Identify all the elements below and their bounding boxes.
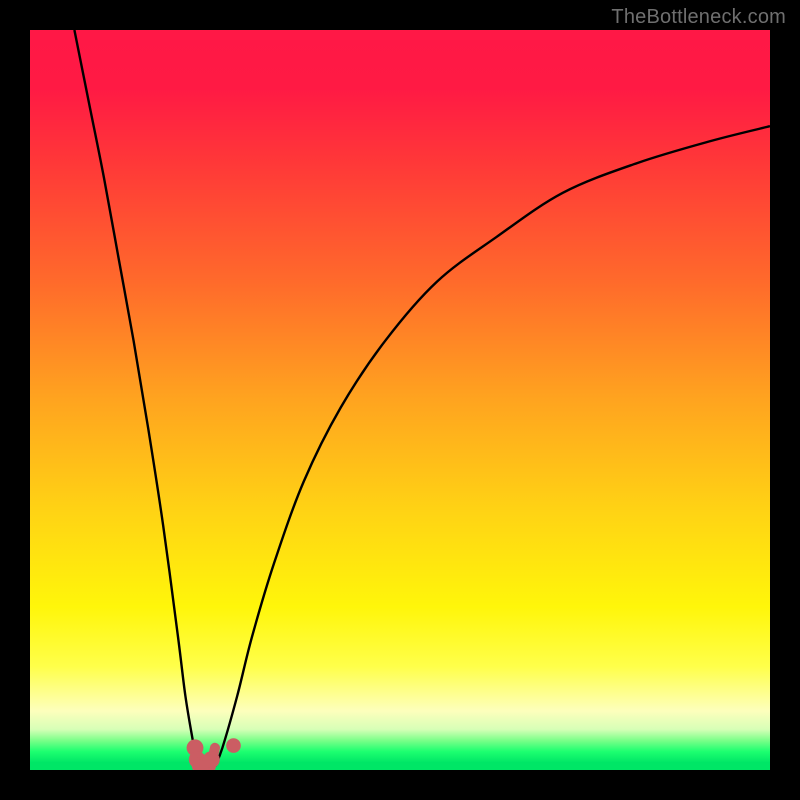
curve-left-branch [74, 30, 200, 766]
marker-dot [203, 751, 220, 768]
plot-area [30, 30, 770, 770]
outer-frame: TheBottleneck.com [0, 0, 800, 800]
watermark-text: TheBottleneck.com [611, 6, 786, 29]
curve-right-branch [215, 126, 770, 766]
curve-layer [30, 30, 770, 770]
marker-dot [226, 738, 241, 753]
